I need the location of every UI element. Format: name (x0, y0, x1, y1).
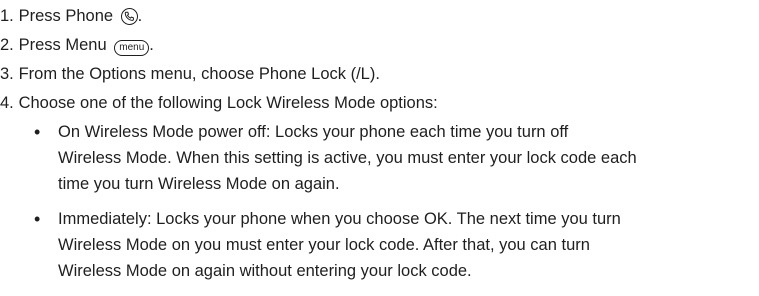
option-text: Immediately: Locks your phone when you c… (58, 206, 758, 284)
instruction-document: 1. Press Phone . 2. Press Menu menu. 3. … (0, 0, 759, 296)
step-2: 2. Press Menu menu. (0, 32, 154, 58)
option-description: Locks your phone each time you turn off (270, 123, 569, 141)
phone-icon (120, 8, 138, 25)
option-line: Wireless Mode on again without entering … (58, 262, 472, 280)
option-term: On Wireless Mode power off: (58, 123, 271, 141)
step-number: 4. (0, 94, 14, 112)
step-text: Press Phone (18, 7, 114, 25)
option-description: Locks your phone when you choose OK. The… (151, 210, 621, 228)
step-number: 1. (0, 7, 14, 25)
step-4: 4. Choose one of the following Lock Wire… (0, 90, 438, 116)
step-text: Press Menu (18, 36, 107, 54)
option-line: On Wireless Mode power off: Locks your p… (58, 119, 758, 145)
menu-key-icon: menu (114, 40, 150, 56)
option-line: Immediately: Locks your phone when you c… (58, 206, 758, 232)
option-line: Wireless Mode. When this setting is acti… (58, 149, 637, 167)
step-punctuation: . (137, 7, 143, 25)
option-power-off: • On Wireless Mode power off: Locks your… (34, 119, 759, 209)
step-punctuation: . (149, 36, 154, 54)
step-3: 3. From the Options menu, choose Phone L… (0, 61, 380, 87)
option-text: On Wireless Mode power off: Locks your p… (58, 119, 758, 197)
step-text: From the Options menu, choose Phone Lock… (18, 65, 380, 83)
step-number: 2. (0, 36, 14, 54)
step-text: Choose one of the following Lock Wireles… (18, 94, 438, 112)
option-line: time you turn Wireless Mode on again. (58, 175, 340, 193)
step-number: 3. (0, 65, 14, 83)
bullet-icon: • (34, 209, 41, 229)
option-immediately: • Immediately: Locks your phone when you… (34, 206, 759, 296)
option-term: Immediately: (58, 210, 152, 228)
step-1: 1. Press Phone . (0, 3, 142, 29)
option-line: Wireless Mode on you must enter your loc… (58, 236, 590, 254)
bullet-icon: • (34, 122, 41, 142)
